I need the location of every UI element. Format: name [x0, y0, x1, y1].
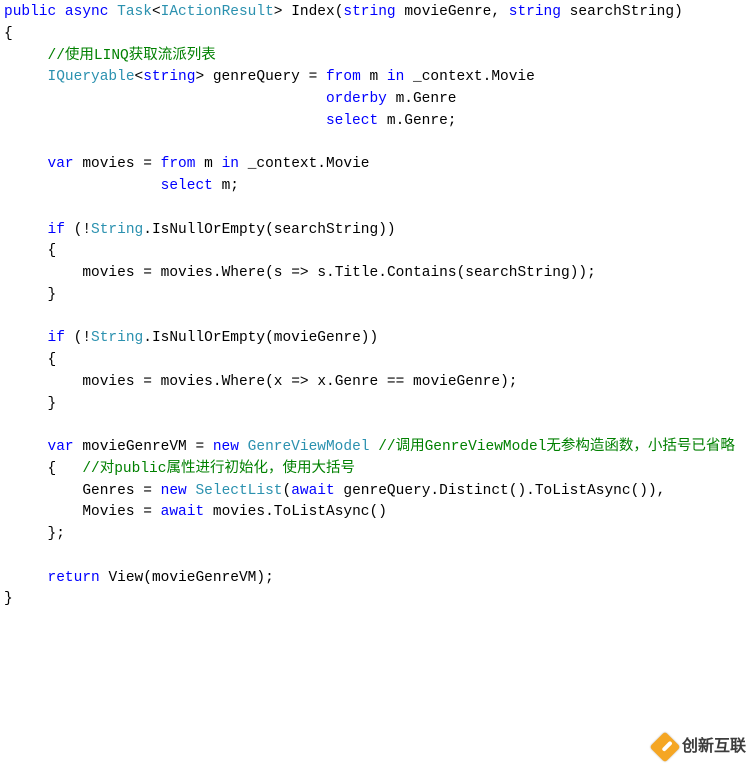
watermark-icon — [649, 732, 680, 763]
code-block: public async Task<IActionResult> Index(s… — [4, 4, 735, 607]
watermark-text: 创新互联 — [682, 735, 746, 759]
watermark: 创新互联 — [654, 735, 746, 759]
